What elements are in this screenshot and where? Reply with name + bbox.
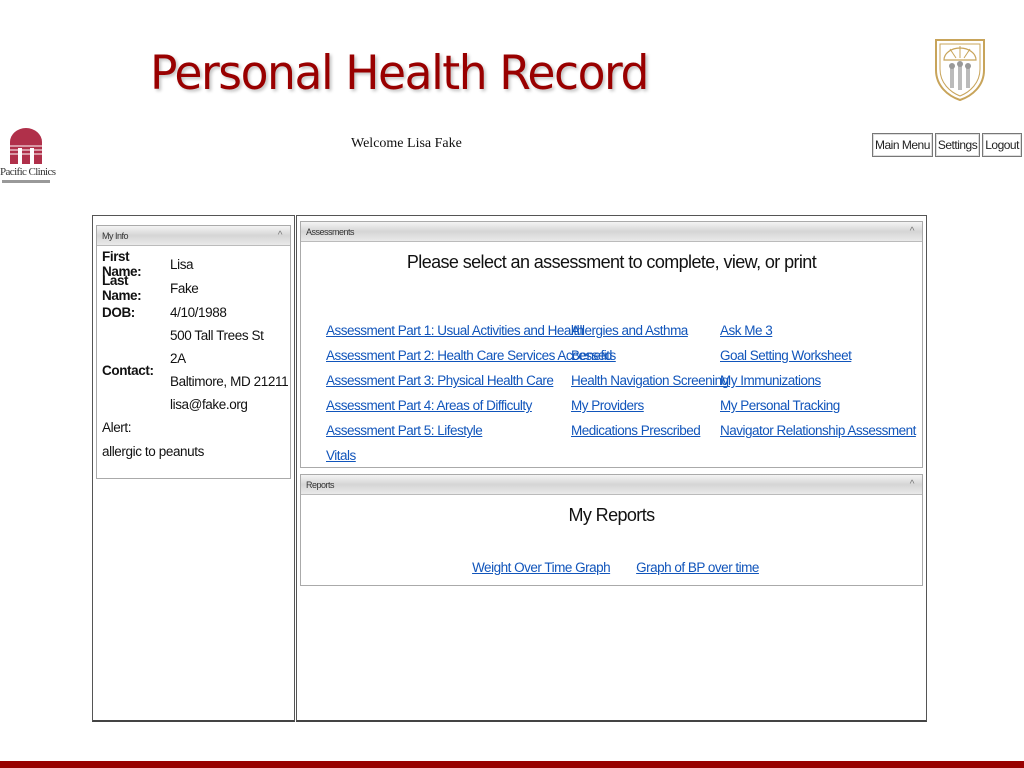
left-frame: My Info ^ First Name: Lisa Last Name: Fa… bbox=[92, 215, 295, 722]
welcome-message: Welcome Lisa Fake bbox=[351, 136, 462, 151]
last-name-value: Fake bbox=[170, 280, 199, 296]
navigator-relationship-assessment-link[interactable]: Navigator Relationship Assessment bbox=[720, 418, 916, 443]
assessment-part-2-link[interactable]: Assessment Part 2: Health Care Services … bbox=[326, 343, 612, 368]
my-personal-tracking-link[interactable]: My Personal Tracking bbox=[720, 393, 916, 418]
assessment-column-3: Ask Me 3 Goal Setting Worksheet My Immun… bbox=[720, 318, 916, 468]
assessment-part-3-link[interactable]: Assessment Part 3: Physical Health Care bbox=[326, 368, 571, 393]
pacific-clinics-tagline bbox=[2, 180, 50, 183]
settings-button[interactable]: Settings bbox=[934, 133, 981, 157]
contact-street: 500 Tall Trees St bbox=[170, 328, 264, 343]
bp-over-time-graph-link[interactable]: Graph of BP over time bbox=[636, 560, 759, 575]
medications-prescribed-link[interactable]: Medications Prescribed bbox=[571, 418, 720, 443]
assessment-part-4-link[interactable]: Assessment Part 4: Areas of Difficulty bbox=[326, 393, 571, 418]
my-info-header[interactable]: My Info ^ bbox=[97, 226, 290, 246]
pacific-clinics-logo: Pacific Clinics bbox=[0, 126, 56, 188]
assessments-header[interactable]: Assessments ^ bbox=[301, 222, 922, 242]
assessment-links: Assessment Part 1: Usual Activities and … bbox=[326, 318, 916, 468]
pacific-clinics-icon bbox=[10, 128, 42, 164]
bottom-accent-bar bbox=[0, 761, 1024, 768]
reports-title: Reports bbox=[306, 480, 335, 490]
pacific-clinics-name: Pacific Clinics bbox=[0, 166, 56, 178]
reports-heading: My Reports bbox=[568, 505, 655, 525]
dob-label: DOB: bbox=[102, 304, 135, 320]
contact-label: Contact: bbox=[102, 362, 154, 378]
reports-panel: Reports ^ My Reports Weight Over Time Gr… bbox=[300, 474, 923, 586]
dob-row: DOB: 4/10/1988 bbox=[102, 300, 290, 324]
alert-label: Alert: bbox=[102, 420, 132, 435]
first-name-value: Lisa bbox=[170, 256, 194, 272]
assessments-heading: Please select an assessment to complete,… bbox=[406, 252, 817, 272]
assessment-part-1-link[interactable]: Assessment Part 1: Usual Activities and … bbox=[326, 318, 584, 343]
weight-over-time-graph-link[interactable]: Weight Over Time Graph bbox=[472, 560, 611, 575]
contact-city: Baltimore, MD 21211 bbox=[170, 374, 289, 389]
report-links: Weight Over Time Graph Graph of BP over … bbox=[301, 560, 922, 575]
right-frame: Assessments ^ Please select an assessmen… bbox=[296, 215, 927, 722]
contact-unit: 2A bbox=[170, 351, 186, 366]
my-providers-link[interactable]: My Providers bbox=[571, 393, 720, 418]
benefits-link[interactable]: Benefits bbox=[571, 343, 720, 368]
my-info-title: My Info bbox=[102, 231, 129, 241]
my-info-details: First Name: Lisa Last Name: Fake DOB: 4/… bbox=[97, 246, 290, 464]
goal-setting-worksheet-link[interactable]: Goal Setting Worksheet bbox=[720, 343, 916, 368]
top-nav-buttons: Main Menu Settings Logout bbox=[872, 133, 1022, 157]
collapse-icon[interactable]: ^ bbox=[278, 226, 283, 246]
logout-button[interactable]: Logout bbox=[982, 133, 1022, 157]
contact-row: Contact: 500 Tall Trees St 2A Baltimore,… bbox=[102, 324, 290, 416]
vitals-link[interactable]: Vitals bbox=[326, 443, 571, 468]
assessment-part-5-link[interactable]: Assessment Part 5: Lifestyle bbox=[326, 418, 571, 443]
dob-value: 4/10/1988 bbox=[170, 304, 227, 320]
alert-value: allergic to peanuts bbox=[102, 444, 204, 459]
reports-header[interactable]: Reports ^ bbox=[301, 475, 922, 495]
last-name-label: Last Name: bbox=[102, 273, 142, 303]
assessments-panel: Assessments ^ Please select an assessmen… bbox=[300, 221, 923, 468]
ask-me-3-link[interactable]: Ask Me 3 bbox=[720, 318, 916, 343]
slide-title: Personal Health Record bbox=[150, 46, 649, 101]
my-immunizations-link[interactable]: My Immunizations bbox=[720, 368, 916, 393]
collapse-icon[interactable]: ^ bbox=[910, 475, 915, 495]
assessments-title: Assessments bbox=[306, 227, 355, 237]
usc-seal-icon bbox=[935, 39, 985, 102]
allergies-asthma-link[interactable]: Allergies and Asthma bbox=[571, 318, 720, 343]
health-navigation-screening-link[interactable]: Health Navigation Screening bbox=[571, 368, 729, 393]
collapse-icon[interactable]: ^ bbox=[910, 222, 915, 242]
my-info-panel: My Info ^ First Name: Lisa Last Name: Fa… bbox=[96, 225, 291, 479]
contact-value: 500 Tall Trees St 2A Baltimore, MD 21211… bbox=[170, 324, 289, 416]
assessment-column-2: Allergies and Asthma Benefits Health Nav… bbox=[571, 318, 729, 468]
contact-email: lisa@fake.org bbox=[170, 397, 248, 412]
last-name-row: Last Name: Fake bbox=[102, 273, 290, 303]
main-menu-button[interactable]: Main Menu bbox=[872, 133, 933, 157]
assessment-column-1: Assessment Part 1: Usual Activities and … bbox=[326, 318, 612, 468]
